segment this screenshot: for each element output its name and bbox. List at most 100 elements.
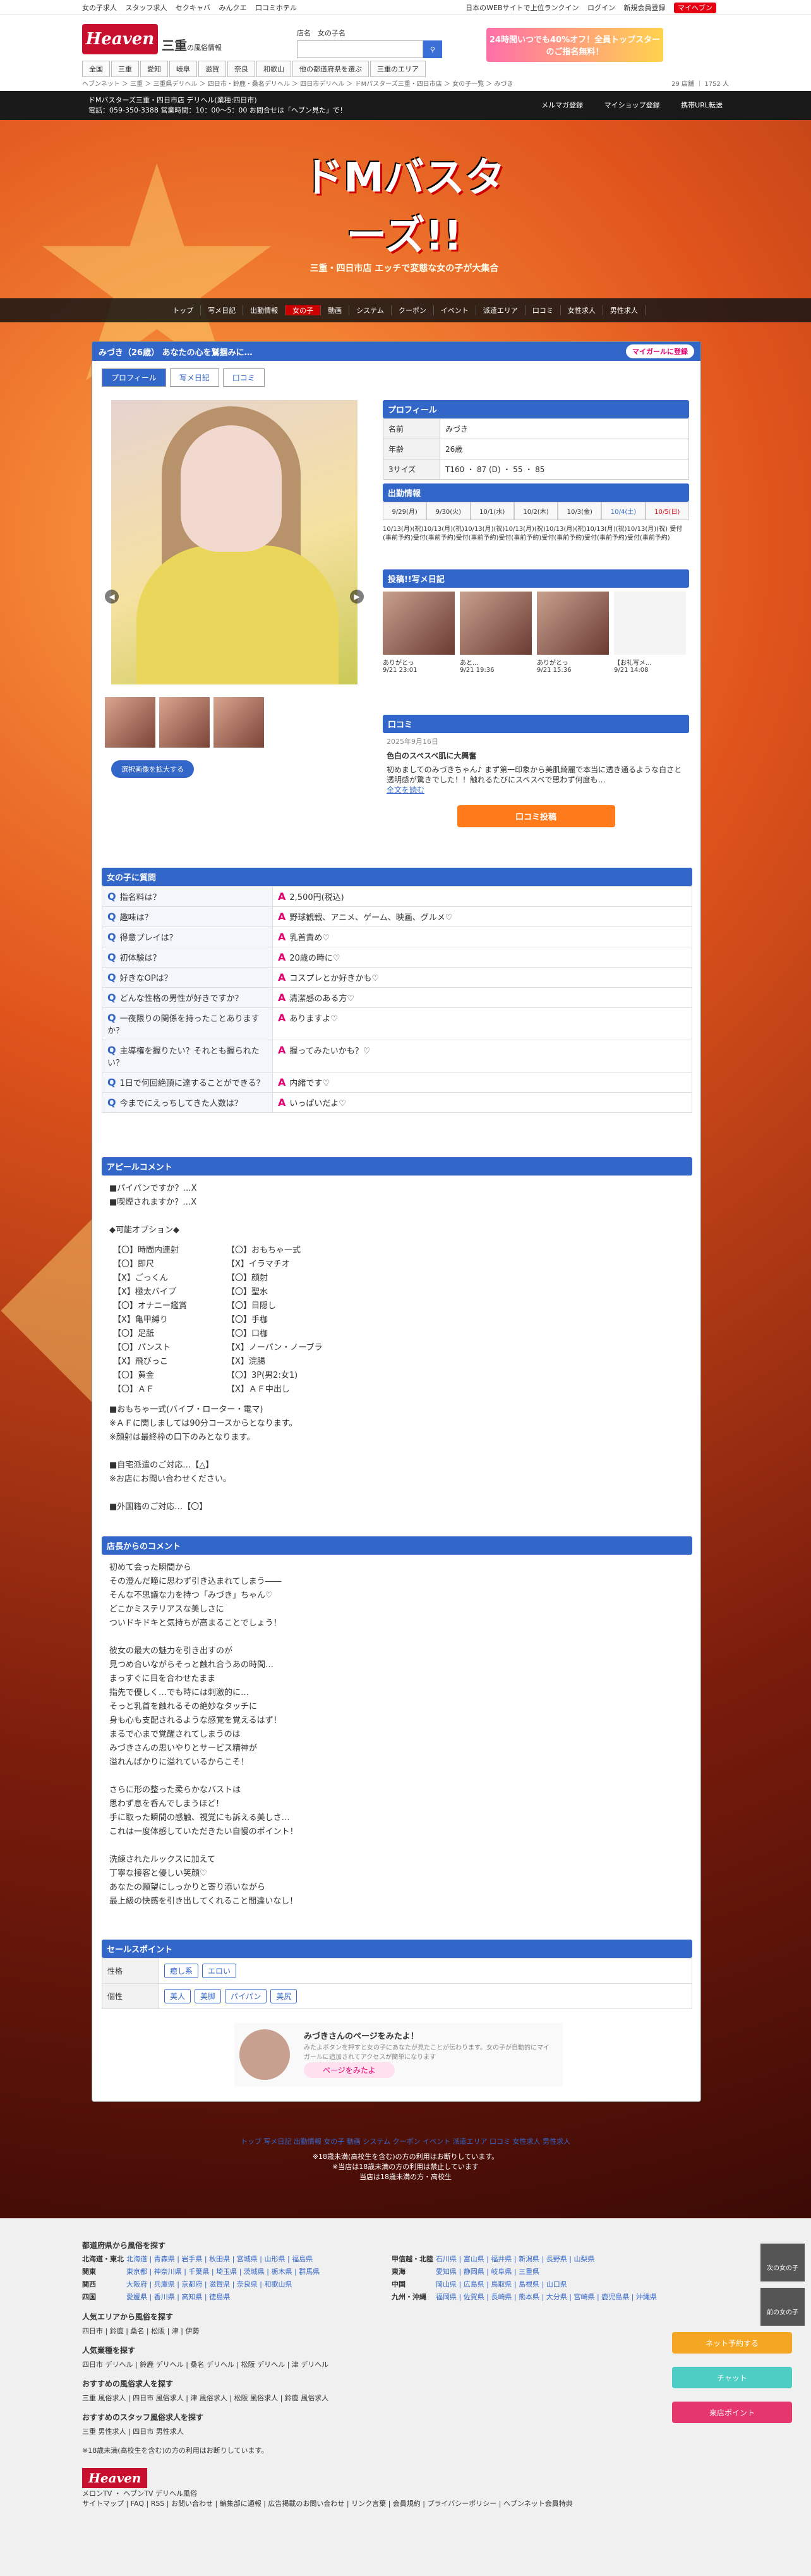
review-more-link[interactable]: 全文を読む [387,786,424,794]
prefecture-links[interactable]: 愛媛県 | 香川県 | 高知県 | 徳島県 [126,2292,392,2302]
diary-item[interactable]: ありがとっ 9/21 23:01 [383,592,455,674]
my-heaven-button[interactable]: マイヘブン [674,2,716,13]
region-tab[interactable]: 奈良 [227,61,255,77]
region-tab[interactable]: 三重 [111,61,139,77]
qa-question-text: 初体験は？ [119,954,161,963]
diary-title: ありがとっ [383,660,414,667]
sales-tag[interactable]: 美尻 [270,1989,297,2003]
tab-review[interactable]: 口コミ [222,368,265,387]
footer-links[interactable]: 四日市 デリヘル | 鈴鹿 デリヘル | 桑名 デリヘル | 松阪 デリヘル |… [82,2359,729,2369]
footer-links[interactable]: 三重 風俗求人 | 四日市 風俗求人 | 津 風俗求人 | 松阪 風俗求人 | … [82,2393,729,2403]
sales-tag[interactable]: 癒し系 [164,1964,199,1978]
menu-item-active[interactable]: 女の子 [285,305,321,315]
menu-item[interactable]: トップ [165,305,201,315]
menu-item[interactable]: システム [349,305,392,315]
footer-links[interactable]: 四日市 | 鈴鹿 | 桑名 | 松阪 | 津 | 伊勢 [82,2326,729,2336]
menu-item[interactable]: 出勤情報 [243,305,286,315]
shop-comment-heading: 店長からのコメント [102,1536,692,1555]
search-input[interactable] [297,40,423,58]
photo-thumbnail[interactable] [159,697,210,748]
prev-photo-icon[interactable]: ◀ [105,590,119,604]
menu-item[interactable]: 口コミ [526,305,561,315]
photo-thumbnail[interactable] [213,697,264,748]
region-tab[interactable]: 他の都道府県を選ぶ [292,61,369,77]
mygirl-button[interactable]: マイガールに登録 [626,344,694,358]
prefecture-links[interactable]: 福岡県 | 佐賀県 | 長崎県 | 熊本県 | 大分県 | 宮崎県 | 鹿児島県… [436,2292,663,2302]
menu-item[interactable]: 写メ日記 [201,305,244,315]
breadcrumb-path[interactable]: ヘブンネット ＞ 三重 ＞ 三重県デリヘル ＞ 四日市・鈴鹿・桑名デリヘル ＞ … [82,78,513,88]
tab-profile[interactable]: プロフィール [102,368,166,387]
diary-item[interactable]: あと... 9/21 19:36 [460,592,532,674]
q-mark: Q [107,992,116,1004]
chat-button[interactable]: チャット [672,2367,792,2388]
region-tab[interactable]: 三重のエリア [370,61,426,77]
mobile-url-link[interactable]: 携帯URL転送 [681,101,723,109]
sales-tag[interactable]: パイパン [225,1989,267,2003]
footer-logo[interactable]: Heaven [82,2468,148,2488]
a-mark: A [278,1097,286,1109]
utility-link[interactable]: 口コミホテル [255,4,297,12]
utility-link[interactable]: スタッフ求人 [126,4,167,12]
footer-links[interactable]: 三重 男性求人 | 四日市 男性求人 [82,2426,729,2436]
prefecture-links[interactable]: 石川県 | 富山県 | 福井県 | 新潟県 | 長野県 | 山梨県 [436,2254,663,2264]
tab-diary[interactable]: 写メ日記 [169,368,219,387]
login-link[interactable]: ログイン [587,4,615,12]
ranking-link[interactable]: 日本のWEBサイトで上位ランクイン [466,4,579,12]
shop-comment-text: 初めて会った瞬間から その澄んだ瞳に思わず引き込まれてしまう―― そんな不思議な… [109,1563,298,1906]
menu-item[interactable]: 男性求人 [603,305,646,315]
diary-item[interactable]: 【お礼写メ... 9/21 14:08 [614,592,686,674]
menu-item[interactable]: クーポン [392,305,434,315]
myshop-link[interactable]: マイショップ登録 [604,101,660,109]
region-tab[interactable]: 和歌山 [256,61,291,77]
shop-logo[interactable]: ドMバスターズ!! 三重・四日市店 エッチで変態な女の子が大集合 [284,145,524,274]
site-header: Heaven 三重の風俗情報 店名 女の子名 ⚲ 24時間いつでも40%オフ！全… [0,15,811,77]
enlarge-photo-button[interactable]: 選択画像を拡大する [111,760,194,778]
qa-answer-text: 20歳の時に♡ [289,954,340,963]
option-item: 【〇】時間内連射 [113,1246,179,1255]
mailmag-link[interactable]: メルマガ登録 [541,101,583,109]
search-area: 店名 女の子名 ⚲ [297,28,442,58]
photo-thumbnail[interactable] [105,697,155,748]
prev-girl-button[interactable]: 前の女の子 [760,2288,805,2326]
footer-nav-links[interactable]: サイトマップ | FAQ | RSS | お問い合わせ | 編集部に通報 | 広… [82,2498,729,2508]
net-reserve-button[interactable]: ネット予約する [672,2332,792,2354]
region-tab[interactable]: 岐阜 [169,61,197,77]
menu-item[interactable]: 動画 [321,305,350,315]
option-item: 【〇】ＡＦ [113,1385,155,1394]
utility-link[interactable]: 女の子求人 [82,4,117,12]
prefecture-links[interactable]: 愛知県 | 静岡県 | 岐阜県 | 三重県 [436,2267,663,2277]
menu-item[interactable]: 女性求人 [561,305,603,315]
prefecture-links[interactable]: 北海道 | 青森県 | 岩手県 | 秋田県 | 宮城県 | 山形県 | 福島県 [126,2254,392,2264]
prefecture-links[interactable]: 東京都 | 神奈川県 | 千葉県 | 埼玉県 | 茨城県 | 栃木県 | 群馬県 [126,2267,392,2277]
menu-item[interactable]: イベント [434,305,476,315]
region-tab[interactable]: 全国 [82,61,110,77]
next-photo-icon[interactable]: ▶ [350,590,364,604]
ad-banner[interactable]: 24時間いつでも40%オフ！全員トップスターのご指名無料！ [486,28,663,62]
diary-item[interactable]: ありがとっ 9/21 15:36 [537,592,609,674]
bottom-menu-links[interactable]: トップ 写メ日記 出勤情報 女の子 動画 システム クーポン イベント 派遣エリ… [0,2136,811,2146]
mitayo-title: みづきさんのページをみたよ！ [304,2032,419,2041]
footer-note: ※18歳未満(高校生を含む)の方の利用はお断りしています。 [82,2446,268,2455]
region-tab[interactable]: 滋賀 [198,61,226,77]
heaven-logo[interactable]: Heaven [82,24,158,54]
sales-tag[interactable]: 美人 [164,1989,191,2003]
girl-profile-panel: みづき（26歳） あなたの心を鷲掴みに… マイガールに登録 プロフィール 写メ日… [92,341,701,2102]
utility-link[interactable]: セクキャバ [176,4,210,12]
mitayo-button[interactable]: ページをみたよ [304,2062,395,2078]
menu-item[interactable]: 派遣エリア [476,305,526,315]
sales-tag[interactable]: エロい [202,1964,237,1978]
utility-link[interactable]: みんクエ [219,4,247,12]
girl-photo[interactable]: ◀ ▶ [105,400,364,684]
a-mark: A [278,992,286,1004]
register-link[interactable]: 新規会員登録 [624,4,666,12]
region-tab[interactable]: 愛知 [140,61,168,77]
q-mark: Q [107,1097,116,1109]
next-girl-button[interactable]: 次の女の子 [760,2244,805,2281]
sales-tag[interactable]: 美脚 [195,1989,222,2003]
girl-title: みづき（26歳） あなたの心を鷲掴みに… [99,348,253,358]
search-icon[interactable]: ⚲ [423,40,442,58]
prefecture-links[interactable]: 岡山県 | 広島県 | 鳥取県 | 島根県 | 山口県 [436,2280,663,2290]
review-post-button[interactable]: 口コミ投稿 [457,805,615,827]
visit-point-button[interactable]: 来店ポイント [672,2402,792,2423]
prefecture-links[interactable]: 大阪府 | 兵庫県 | 京都府 | 滋賀県 | 奈良県 | 和歌山県 [126,2280,392,2290]
